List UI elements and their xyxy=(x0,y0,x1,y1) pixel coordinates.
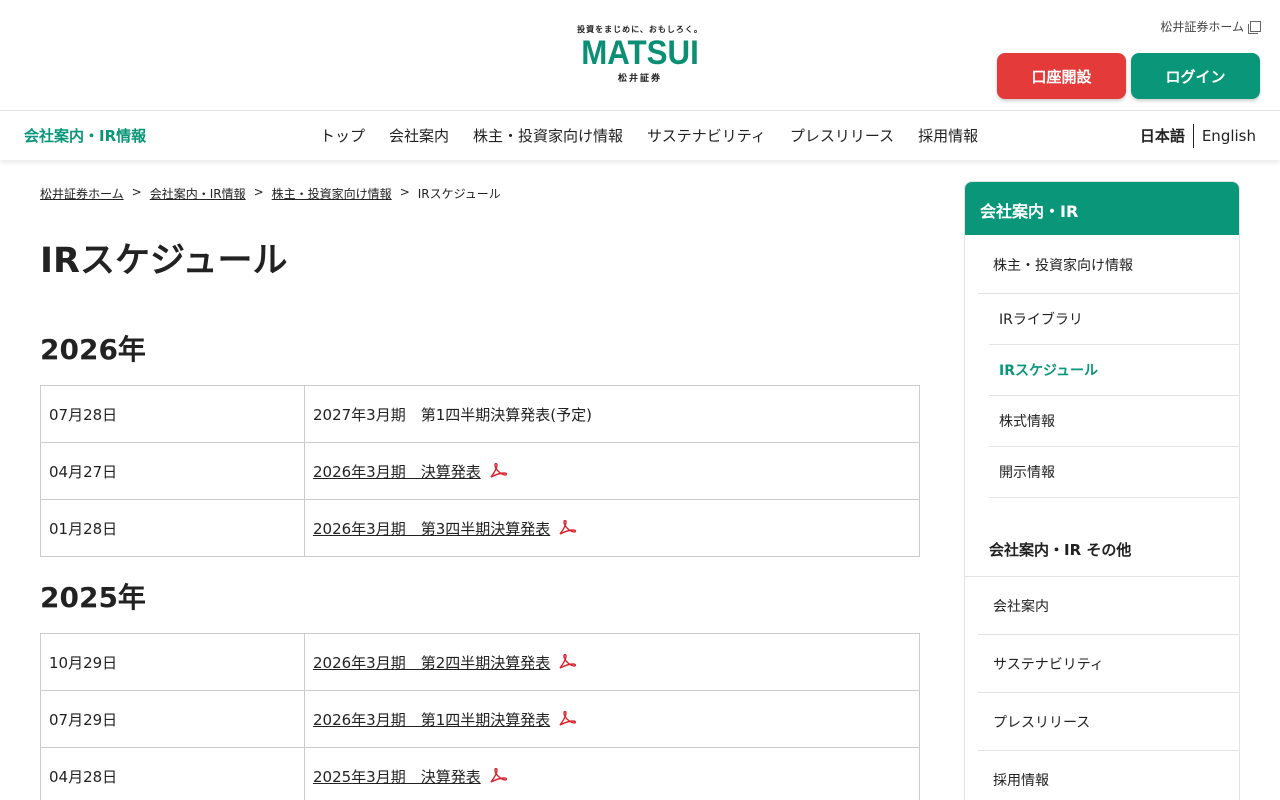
sidebar-item-company[interactable]: 会社案内 xyxy=(993,596,1049,616)
table-row: 10月29日 2026年3月期 第2四半期決算発表 xyxy=(40,633,920,691)
sidebar-title[interactable]: 会社案内・IR xyxy=(965,182,1239,235)
schedule-event-text: 2027年3月期 第1四半期決算発表(予定) xyxy=(313,405,592,424)
divider xyxy=(978,692,1239,693)
nav-menu: トップ 会社案内 株主・投資家向け情報 サステナビリティ プレスリリース 採用情… xyxy=(308,125,990,146)
login-button[interactable]: ログイン xyxy=(1131,53,1260,99)
table-row: 01月28日 2026年3月期 第3四半期決算発表 xyxy=(40,499,920,557)
pdf-icon xyxy=(559,710,577,726)
divider xyxy=(965,576,1239,577)
divider xyxy=(989,497,1239,498)
nav-item-top[interactable]: トップ xyxy=(308,125,377,146)
schedule-event: 2027年3月期 第1四半期決算発表(予定) xyxy=(304,385,920,443)
nav-item-sustainability[interactable]: サステナビリティ xyxy=(635,125,778,146)
matsui-home-link[interactable]: 松井証券ホーム xyxy=(1160,18,1261,35)
schedule-date: 04月28日 xyxy=(40,747,305,800)
language-switcher: 日本語 English xyxy=(1140,124,1256,148)
open-account-button[interactable]: 口座開設 xyxy=(997,53,1126,99)
sidebar-item-disclosure[interactable]: 開示情報 xyxy=(999,462,1055,482)
sidebar-item-ir-schedule[interactable]: IRスケジュール xyxy=(999,360,1098,380)
table-row: 07月29日 2026年3月期 第1四半期決算発表 xyxy=(40,690,920,748)
breadcrumb-investors[interactable]: 株主・投資家向け情報 xyxy=(272,185,392,202)
schedule-event-link[interactable]: 2025年3月期 決算発表 xyxy=(313,768,481,786)
sidebar-item-recruit[interactable]: 採用情報 xyxy=(993,770,1049,790)
schedule-event-link[interactable]: 2026年3月期 第3四半期決算発表 xyxy=(313,520,550,538)
nav-item-investors[interactable]: 株主・投資家向け情報 xyxy=(461,125,635,146)
divider xyxy=(989,446,1239,447)
schedule-event: 2026年3月期 第2四半期決算発表 xyxy=(304,633,920,691)
breadcrumb-separator: > xyxy=(131,185,142,199)
breadcrumb-current: IRスケジュール xyxy=(417,187,501,201)
table-row: 07月28日 2027年3月期 第1四半期決算発表(予定) xyxy=(40,385,920,443)
matsui-logo[interactable]: 投資をまじめに、おもしろく。 MATSUI 松井証券 xyxy=(574,24,706,86)
breadcrumb-separator: > xyxy=(253,185,264,199)
table-row: 04月28日 2025年3月期 決算発表 xyxy=(40,747,920,800)
nav-item-recruit[interactable]: 採用情報 xyxy=(906,125,990,146)
schedule-event: 2026年3月期 決算発表 xyxy=(304,442,920,500)
schedule-date: 04月27日 xyxy=(40,442,305,500)
sidebar-item-sustainability[interactable]: サステナビリティ xyxy=(993,654,1104,674)
breadcrumb-company-ir[interactable]: 会社案内・IR情報 xyxy=(150,185,246,202)
schedule-date: 07月29日 xyxy=(40,690,305,748)
sidebar-item-investors[interactable]: 株主・投資家向け情報 xyxy=(993,255,1133,275)
table-row: 04月27日 2026年3月期 決算発表 xyxy=(40,442,920,500)
schedule-table-2026: 07月28日 2027年3月期 第1四半期決算発表(予定) 04月27日 202… xyxy=(40,385,920,557)
schedule-date: 01月28日 xyxy=(40,499,305,557)
sidebar-item-stock-info[interactable]: 株式情報 xyxy=(999,411,1055,431)
year-heading: 2026年 xyxy=(40,333,146,366)
schedule-event-link[interactable]: 2026年3月期 第1四半期決算発表 xyxy=(313,711,550,729)
home-link-label: 松井証券ホーム xyxy=(1160,20,1244,34)
pdf-icon xyxy=(490,767,507,783)
divider xyxy=(978,293,1239,294)
lang-english[interactable]: English xyxy=(1194,124,1256,148)
breadcrumb: 松井証券ホーム > 会社案内・IR情報 > 株主・投資家向け情報 > IRスケジ… xyxy=(40,185,501,202)
schedule-event-link[interactable]: 2026年3月期 決算発表 xyxy=(313,463,481,481)
pdf-icon xyxy=(559,519,577,535)
schedule-event: 2025年3月期 決算発表 xyxy=(304,747,920,800)
schedule-event: 2026年3月期 第3四半期決算発表 xyxy=(304,499,920,557)
schedule-date: 07月28日 xyxy=(40,385,305,443)
global-nav: 会社案内・IR情報 トップ 会社案内 株主・投資家向け情報 サステナビリティ プ… xyxy=(0,110,1280,160)
divider xyxy=(989,344,1239,345)
schedule-event: 2026年3月期 第1四半期決算発表 xyxy=(304,690,920,748)
breadcrumb-home[interactable]: 松井証券ホーム xyxy=(40,185,124,202)
external-link-icon xyxy=(1248,20,1261,34)
schedule-date: 10月29日 xyxy=(40,633,305,691)
nav-brand-link[interactable]: 会社案内・IR情報 xyxy=(24,125,146,146)
logo-brand: MATSUI xyxy=(581,34,699,72)
sidebar-item-ir-library[interactable]: IRライブラリ xyxy=(999,309,1083,329)
nav-item-company[interactable]: 会社案内 xyxy=(377,125,461,146)
sidebar: 会社案内・IR 株主・投資家向け情報 IRライブラリ IRスケジュール 株式情報… xyxy=(964,181,1240,800)
breadcrumb-separator: > xyxy=(399,185,410,199)
page-title: IRスケジュール xyxy=(40,241,288,281)
schedule-event-link[interactable]: 2026年3月期 第2四半期決算発表 xyxy=(313,654,550,672)
nav-item-press[interactable]: プレスリリース xyxy=(778,125,906,146)
divider xyxy=(978,634,1239,635)
divider xyxy=(978,750,1239,751)
year-heading: 2025年 xyxy=(40,581,146,614)
lang-japanese[interactable]: 日本語 xyxy=(1140,124,1194,148)
site-header: 投資をまじめに、おもしろく。 MATSUI 松井証券 松井証券ホーム 口座開設 … xyxy=(0,0,1280,110)
sidebar-other-title: 会社案内・IR その他 xyxy=(989,541,1132,559)
logo-kanji: 松井証券 xyxy=(617,74,662,84)
divider xyxy=(989,395,1239,396)
sidebar-item-press[interactable]: プレスリリース xyxy=(993,712,1090,732)
pdf-icon xyxy=(490,462,507,478)
schedule-table-2025: 10月29日 2026年3月期 第2四半期決算発表 07月29日 2026年3月… xyxy=(40,633,920,800)
pdf-icon xyxy=(559,653,577,669)
